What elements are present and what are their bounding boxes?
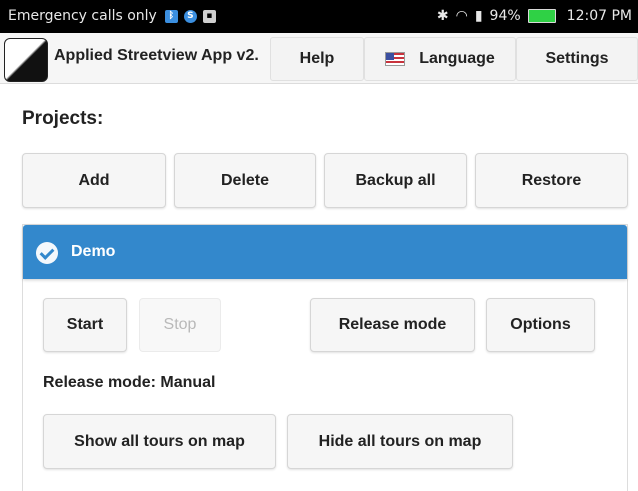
status-bar-left: Emergency calls only ᛒ S ▪: [8, 8, 222, 24]
show-all-tours-label: Show all tours on map: [74, 432, 245, 450]
battery-percent: 94%: [489, 8, 521, 24]
app-title: Applied Streetview App v2.: [54, 47, 259, 64]
us-flag-icon: [385, 52, 406, 66]
start-button[interactable]: Start: [43, 298, 127, 352]
app-header: Applied Streetview App v2. Help Language…: [0, 33, 638, 84]
hide-all-tours-label: Hide all tours on map: [318, 432, 482, 450]
help-label: Help: [299, 50, 335, 67]
bluetooth-notification-icon: ᛒ: [164, 9, 178, 23]
settings-menu-button[interactable]: Settings: [516, 37, 638, 81]
project-header[interactable]: Demo: [23, 225, 627, 279]
options-button[interactable]: Options: [486, 298, 595, 352]
backup-all-button[interactable]: Backup all: [324, 153, 467, 208]
gallery-notification-icon: ▪: [202, 9, 216, 23]
release-mode-status: Release mode: Manual: [43, 374, 216, 391]
battery-icon: [527, 9, 556, 23]
delete-button[interactable]: Delete: [174, 153, 316, 208]
language-menu-button[interactable]: Language: [364, 37, 516, 81]
app-logo-icon: [4, 38, 48, 82]
status-bar: Emergency calls only ᛒ S ▪ ✱ ◠ ▮ 94% 12:…: [0, 0, 638, 33]
add-button[interactable]: Add: [22, 153, 166, 208]
vibrate-icon: ▮: [474, 8, 483, 24]
clock: 12:07 PM: [566, 8, 632, 24]
restore-label: Restore: [521, 171, 582, 189]
help-menu-button[interactable]: Help: [270, 37, 364, 81]
start-label: Start: [66, 316, 104, 333]
release-mode-button[interactable]: Release mode: [310, 298, 475, 352]
release-mode-label: Release mode: [338, 316, 447, 333]
check-circle-icon: [36, 242, 58, 264]
projects-heading: Projects:: [22, 108, 104, 129]
stop-button[interactable]: Stop: [139, 298, 221, 352]
language-label: Language: [419, 50, 495, 67]
stop-label: Stop: [163, 316, 197, 333]
carrier-text: Emergency calls only: [8, 8, 157, 24]
restore-button[interactable]: Restore: [475, 153, 628, 208]
bluetooth-icon: ✱: [436, 8, 449, 24]
wifi-icon: ◠: [455, 8, 468, 24]
status-bar-right: ✱ ◠ ▮ 94% 12:07 PM: [430, 8, 632, 24]
add-label: Add: [78, 171, 110, 189]
skype-notification-icon: S: [183, 9, 197, 23]
backup-all-label: Backup all: [355, 171, 436, 189]
options-label: Options: [510, 316, 571, 333]
project-title: Demo: [71, 243, 116, 260]
show-all-tours-button[interactable]: Show all tours on map: [43, 414, 276, 469]
settings-label: Settings: [545, 50, 609, 67]
delete-label: Delete: [220, 171, 270, 189]
hide-all-tours-button[interactable]: Hide all tours on map: [287, 414, 513, 469]
